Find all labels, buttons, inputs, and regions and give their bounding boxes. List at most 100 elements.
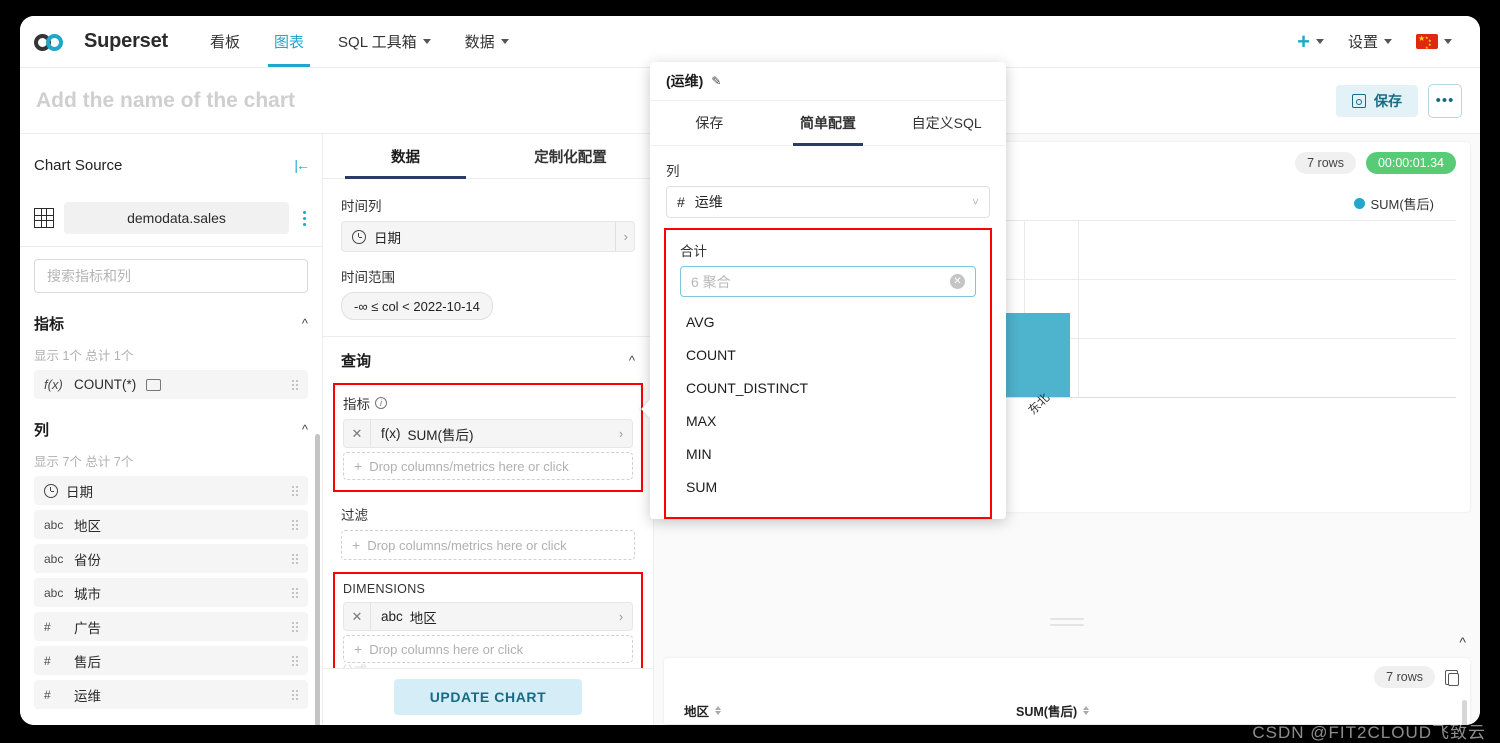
dataset-menu-icon[interactable]	[299, 207, 310, 230]
superset-logo-icon	[34, 31, 76, 53]
chevron-down-icon	[1316, 39, 1324, 44]
table-scrollbar-thumb[interactable]	[1462, 700, 1467, 725]
remove-icon[interactable]: ✕	[344, 420, 371, 447]
sort-icon[interactable]	[1083, 706, 1089, 715]
dimensions-dropzone[interactable]: + Drop columns here or click	[343, 635, 633, 663]
column-item-province[interactable]: abc 省份	[34, 544, 308, 573]
aggregate-option-max[interactable]: MAX	[680, 404, 976, 437]
nav-item-label: 看板	[210, 31, 240, 52]
time-column-control[interactable]: 日期 ›	[341, 221, 635, 252]
query-section-header[interactable]: 查询 ^	[341, 337, 635, 383]
nav-item-label: 数据	[465, 31, 495, 52]
time-range-control[interactable]: -∞ ≤ col < 2022-10-14	[341, 292, 493, 320]
popover-tab-custom-sql[interactable]: 自定义SQL	[887, 101, 1006, 145]
aggregate-select[interactable]: 6 聚合 ✕	[680, 266, 976, 297]
remove-icon[interactable]: ✕	[344, 603, 371, 630]
popover-tab-saved[interactable]: 保存	[650, 101, 769, 145]
column-select[interactable]: # 运维 ˅	[666, 186, 990, 218]
drag-handle-icon[interactable]	[292, 656, 298, 666]
column-type: abc	[44, 518, 66, 532]
update-chart-button[interactable]: UPDATE CHART	[394, 679, 583, 715]
column-item-ops[interactable]: # 运维	[34, 680, 308, 709]
column-type: #	[44, 620, 66, 634]
aggregate-option-avg[interactable]: AVG	[680, 305, 976, 338]
more-options-button[interactable]: •••	[1428, 84, 1462, 118]
metrics-label: 指标	[343, 393, 370, 413]
tab-data[interactable]: 数据	[323, 134, 488, 178]
panel-scrollbar-thumb[interactable]	[315, 434, 320, 725]
column-label: 地区	[74, 515, 101, 535]
superset-logo[interactable]: Superset	[34, 30, 168, 53]
settings-label: 设置	[1348, 31, 1378, 52]
nav-item-dashboards[interactable]: 看板	[194, 16, 256, 67]
column-type: #	[44, 654, 66, 668]
search-input[interactable]	[45, 267, 297, 285]
metric-editor-popover: (运维) ✎ 保存 简单配置 自定义SQL 列 # 运维 ˅ 合计	[650, 62, 1006, 519]
column-label: 售后	[74, 651, 101, 671]
save-button[interactable]: 保存	[1336, 85, 1418, 117]
nav-item-sql-lab[interactable]: SQL 工具箱	[322, 16, 447, 67]
column-item-ads[interactable]: # 广告	[34, 612, 308, 641]
column-item-region[interactable]: abc 地区	[34, 510, 308, 539]
metrics-dropzone-label: Drop columns/metrics here or click	[369, 459, 568, 474]
settings-menu[interactable]: 设置	[1338, 31, 1402, 52]
column-item-city[interactable]: abc 城市	[34, 578, 308, 607]
aggregate-option-min[interactable]: MIN	[680, 437, 976, 470]
column-item-date[interactable]: 日期	[34, 476, 308, 505]
aggregate-option-count[interactable]: COUNT	[680, 338, 976, 371]
dimensions-dropzone-label: Drop columns here or click	[369, 642, 523, 657]
metric-chip[interactable]: ✕ f(x) SUM(售后) ›	[343, 419, 633, 448]
metrics-dropzone[interactable]: + Drop columns/metrics here or click	[343, 452, 633, 480]
column-item-aftersales[interactable]: # 售后	[34, 646, 308, 675]
aggregate-option-count-distinct[interactable]: COUNT_DISTINCT	[680, 371, 976, 404]
dimension-chip[interactable]: ✕ abc 地区 ›	[343, 602, 633, 631]
save-icon	[1352, 94, 1366, 108]
column-type: abc	[44, 586, 66, 600]
sort-icon[interactable]	[715, 706, 721, 715]
table-header-cell[interactable]: SUM(售后)	[1004, 701, 1089, 720]
drag-handle-icon[interactable]	[292, 588, 298, 598]
filters-dropzone-label: Drop columns/metrics here or click	[367, 538, 566, 553]
filters-dropzone[interactable]: + Drop columns/metrics here or click	[341, 530, 635, 560]
info-icon[interactable]: i	[375, 397, 387, 409]
language-menu[interactable]: ★★★★★	[1406, 34, 1462, 49]
chart-name-input[interactable]: Add the name of the chart	[36, 89, 295, 113]
update-chart-bar: UPDATE CHART	[323, 668, 653, 725]
results-table-card: 7 rows 地区 SUM(售后)	[664, 658, 1470, 725]
drag-handle-icon[interactable]	[292, 486, 298, 496]
chart-legend[interactable]: SUM(售后)	[1354, 194, 1434, 213]
control-panel: 数据 定制化配置 时间列 日期 › 时间范围 -∞ ≤ col < 2022-1…	[323, 134, 654, 725]
control-form: 时间列 日期 › 时间范围 -∞ ≤ col < 2022-10-14 查询 ^	[323, 179, 653, 675]
nav-item-charts[interactable]: 图表	[258, 16, 320, 67]
tab-label: 自定义SQL	[912, 113, 982, 133]
tab-customize[interactable]: 定制化配置	[488, 134, 653, 178]
collapse-chart-icon[interactable]: ^	[1459, 634, 1466, 650]
column-label: 运维	[74, 685, 101, 705]
copy-icon[interactable]	[1445, 670, 1458, 685]
collapse-panel-icon[interactable]: |←	[294, 157, 308, 173]
drag-handle-icon[interactable]	[292, 690, 298, 700]
columns-section-header[interactable]: 列 ^	[20, 407, 322, 451]
filters-label: 过滤	[341, 504, 635, 524]
clear-icon[interactable]: ✕	[950, 274, 965, 289]
popover-tabs: 保存 简单配置 自定义SQL	[650, 101, 1006, 146]
aggregate-option-sum[interactable]: SUM	[680, 470, 976, 503]
drag-handle-icon[interactable]	[292, 380, 298, 390]
dataset-selector[interactable]: demodata.sales	[64, 202, 289, 234]
drag-handle-icon[interactable]	[292, 554, 298, 564]
rows-badge: 7 rows	[1295, 152, 1356, 174]
metric-item-count[interactable]: f(x) COUNT(*)	[34, 370, 308, 399]
panel-title: Chart Source	[34, 157, 122, 174]
search-field[interactable]	[34, 259, 308, 293]
metrics-section-header[interactable]: 指标 ^	[20, 301, 322, 345]
drag-handle-icon[interactable]	[292, 622, 298, 632]
nav-item-data[interactable]: 数据	[449, 16, 525, 67]
table-header-cell[interactable]: 地区	[664, 701, 1004, 720]
resize-handle[interactable]	[1050, 618, 1084, 630]
new-item-button[interactable]: +	[1287, 31, 1334, 53]
drag-handle-icon[interactable]	[292, 520, 298, 530]
dimension-type-icon: abc	[381, 609, 403, 624]
pencil-icon[interactable]: ✎	[711, 74, 721, 88]
column-header-label: SUM(售后)	[1016, 701, 1077, 720]
popover-tab-simple[interactable]: 简单配置	[769, 101, 888, 145]
